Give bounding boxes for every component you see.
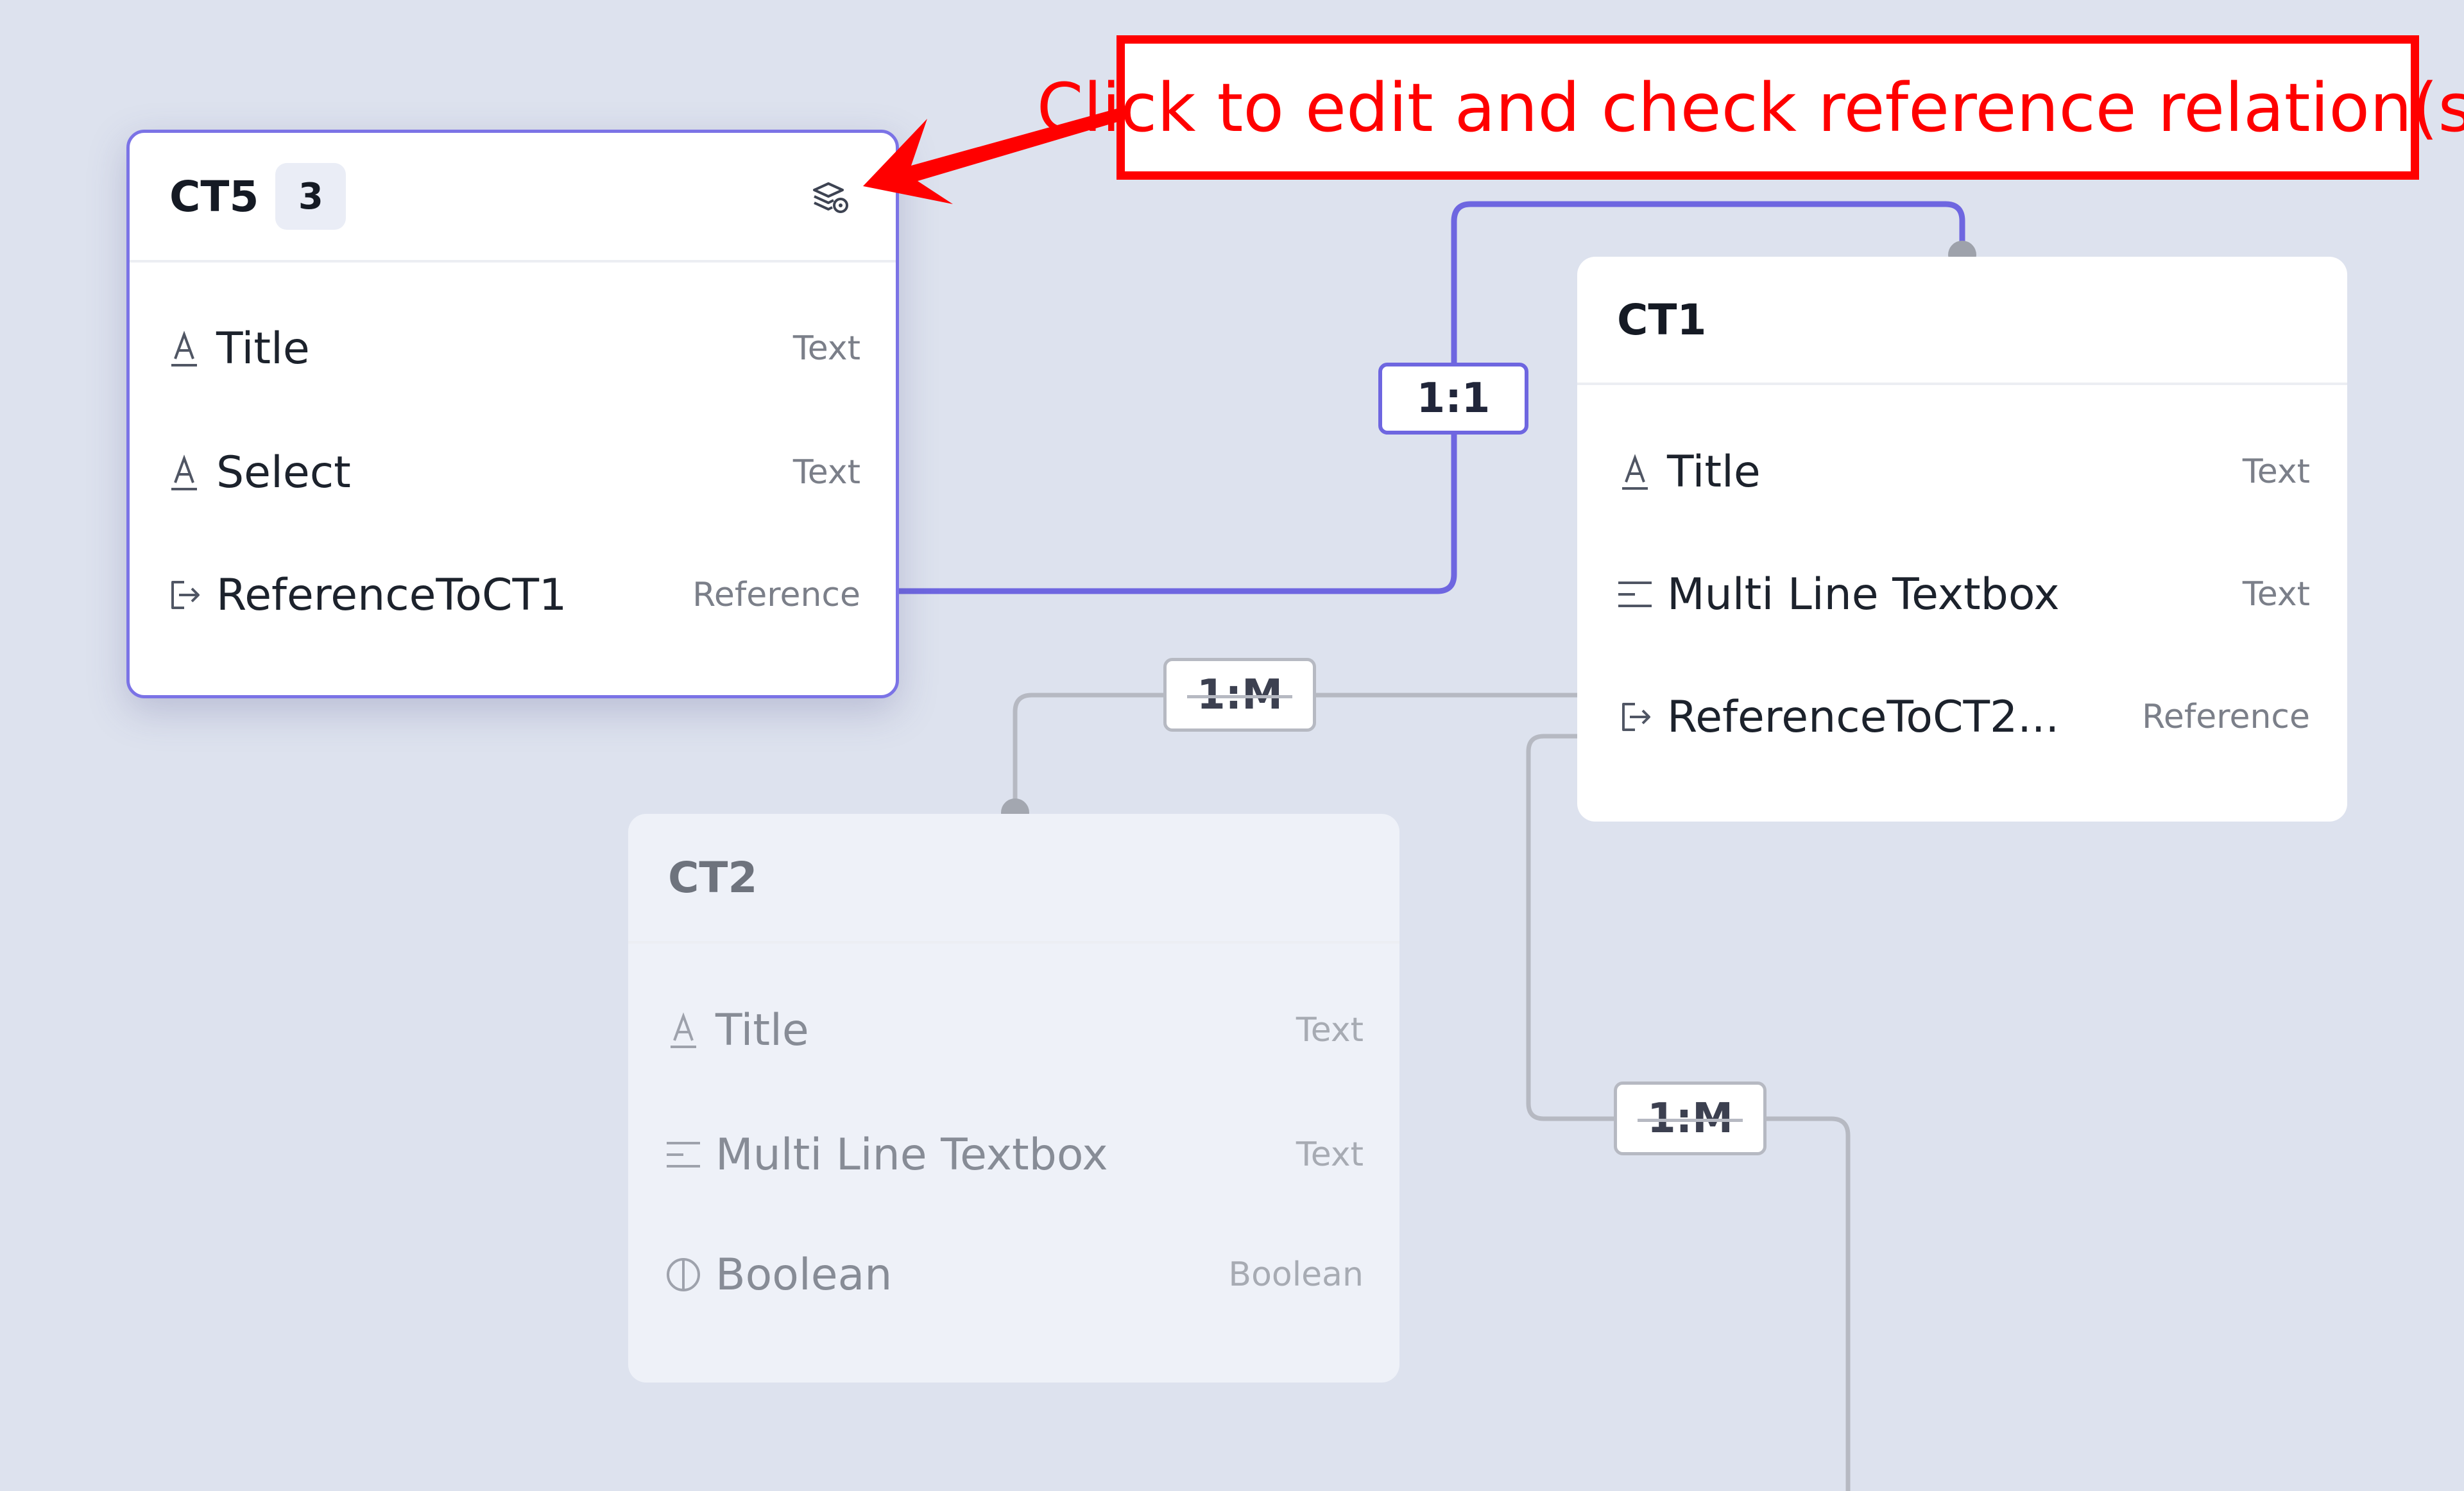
field-row-reference-to-ct1[interactable]: ReferenceToCT1 Reference	[130, 556, 896, 633]
node-title: CT5	[169, 171, 259, 221]
field-type: Text	[2242, 575, 2310, 614]
field-row-multi-line-textbox[interactable]: Multi Line Textbox Text	[628, 1116, 1399, 1193]
field-type: Reference	[2142, 698, 2310, 736]
reference-field-icon	[165, 576, 203, 614]
field-count-badge: 3	[275, 163, 346, 230]
relation-strike-line	[1637, 1118, 1743, 1122]
field-type: Text	[1296, 1135, 1364, 1174]
content-type-node-ct1[interactable]: CT1 Title Text Multi Line Textbox Text R…	[1577, 257, 2347, 822]
boolean-field-icon	[664, 1255, 703, 1294]
field-type: Reference	[692, 576, 860, 614]
text-field-icon	[165, 453, 203, 492]
node-header: CT1	[1577, 257, 2347, 385]
node-title: CT2	[668, 852, 758, 902]
text-field-icon	[664, 1011, 703, 1049]
field-name: Title	[216, 323, 310, 374]
field-row-reference-to-ct2[interactable]: ReferenceToCT2... Reference	[1577, 678, 2347, 755]
field-type: Text	[1296, 1011, 1364, 1049]
multiline-field-icon	[664, 1135, 703, 1174]
field-row-boolean[interactable]: Boolean Boolean	[628, 1236, 1399, 1313]
field-row-multi-line-textbox[interactable]: Multi Line Textbox Text	[1577, 556, 2347, 633]
node-header: CT5 3	[130, 133, 896, 263]
annotation-text: Click to edit and check reference relati…	[1036, 68, 2464, 147]
node-header: CT2	[628, 814, 1399, 944]
field-name: ReferenceToCT2...	[1667, 691, 2060, 743]
content-type-node-ct5[interactable]: CT5 3 Title Text Select Text ReferenceTo…	[126, 130, 899, 698]
text-field-icon	[165, 329, 203, 368]
field-type: Text	[2242, 452, 2310, 491]
relation-badge-ct5-ct1[interactable]: 1:1	[1378, 363, 1528, 435]
relation-badge-ct1-other[interactable]: 1:M	[1614, 1082, 1767, 1155]
field-row-title[interactable]: Title Text	[1577, 433, 2347, 510]
field-name: Title	[715, 1004, 809, 1056]
field-row-select[interactable]: Select Text	[130, 434, 896, 511]
field-type: Text	[792, 453, 860, 492]
field-name: Multi Line Textbox	[715, 1129, 1108, 1180]
multiline-field-icon	[1616, 575, 1654, 614]
field-row-title[interactable]: Title Text	[628, 992, 1399, 1069]
field-row-title[interactable]: Title Text	[130, 310, 896, 387]
text-field-icon	[1616, 452, 1654, 491]
relation-label: 1:1	[1416, 375, 1491, 422]
field-name: ReferenceToCT1	[216, 569, 567, 621]
relation-strike-line	[1186, 694, 1293, 698]
relation-badge-ct1-ct2[interactable]: 1:M	[1163, 658, 1316, 732]
layers-settings-icon	[813, 182, 848, 213]
reference-field-icon	[1616, 698, 1654, 736]
edit-relations-button[interactable]	[802, 169, 860, 227]
field-name: Multi Line Textbox	[1667, 569, 2060, 620]
node-title: CT1	[1617, 295, 1707, 345]
field-name: Title	[1667, 446, 1761, 497]
field-type: Boolean	[1228, 1255, 1364, 1294]
annotation-callout: Click to edit and check reference relati…	[1037, 35, 2464, 180]
field-name: Boolean	[715, 1249, 893, 1300]
field-type: Text	[792, 329, 860, 368]
content-type-node-ct2[interactable]: CT2 Title Text Multi Line Textbox Text B…	[628, 814, 1399, 1383]
field-name: Select	[216, 447, 351, 498]
